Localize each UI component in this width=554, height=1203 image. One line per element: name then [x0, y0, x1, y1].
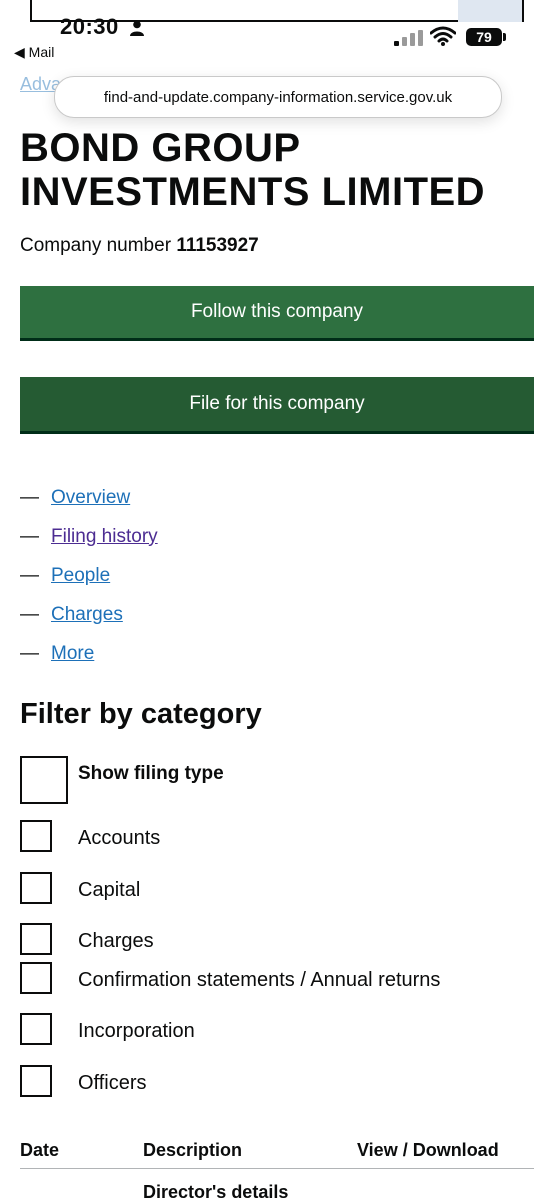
charges-label: Charges: [78, 930, 154, 952]
officers-label: Officers: [78, 1072, 147, 1094]
dash: —: [20, 642, 39, 664]
dash: —: [20, 486, 39, 508]
company-nav: — Overview — Filing history — People — Charg…: [20, 478, 158, 673]
status-time: 20:30: [60, 14, 119, 39]
nav-link-charges[interactable]: Charges: [51, 604, 123, 626]
table-header-date: Date: [20, 1140, 60, 1160]
back-label: Mail: [28, 44, 55, 60]
company-name: BOND GROUP INVESTMENTS LIMITED: [20, 126, 486, 214]
company-number: Company number 11153927: [20, 235, 259, 257]
table-header-view-download: View / Download: [357, 1140, 499, 1160]
capital-label: Capital: [78, 879, 141, 901]
nav-link-filing-history[interactable]: Filing history: [51, 526, 158, 548]
nav-item: — More: [20, 634, 158, 673]
search-button[interactable]: [458, 0, 522, 22]
nav-link-people[interactable]: People: [51, 565, 110, 587]
company-number-value: 11153927: [176, 235, 259, 256]
nav-item: — Overview: [20, 478, 158, 517]
filter-heading: Filter by category: [20, 698, 262, 730]
back-to-mail-link[interactable]: ◀ Mail: [14, 44, 54, 61]
show-filing-type-label: Show filing type: [78, 763, 224, 784]
file-for-company-button[interactable]: File for this company: [20, 377, 534, 431]
nav-item: — Filing history: [20, 517, 158, 556]
incorporation-label: Incorporation: [78, 1020, 195, 1042]
show-filing-type-checkbox[interactable]: [20, 756, 68, 804]
incorporation-checkbox[interactable]: [20, 1013, 52, 1045]
person-icon: [130, 20, 144, 36]
confirmation-statements-checkbox[interactable]: [20, 962, 52, 994]
charges-checkbox[interactable]: [20, 923, 52, 955]
signal-icon: [394, 30, 423, 46]
battery-indicator: 79: [466, 28, 502, 46]
dash: —: [20, 603, 39, 625]
dash: —: [20, 564, 39, 586]
officers-checkbox[interactable]: [20, 1065, 52, 1097]
table-header-description: Description: [143, 1140, 243, 1160]
capital-checkbox[interactable]: [20, 872, 52, 904]
nav-link-overview[interactable]: Overview: [51, 487, 130, 509]
nav-link-more[interactable]: More: [51, 643, 94, 665]
nav-item: — People: [20, 556, 158, 595]
follow-company-button[interactable]: Follow this company: [20, 286, 534, 338]
url-bar[interactable]: find-and-update.company-information.serv…: [54, 76, 502, 118]
wifi-icon: [430, 26, 456, 46]
company-number-label: Company number: [20, 235, 172, 256]
accounts-label: Accounts: [78, 827, 161, 849]
back-arrow-icon: ◀: [14, 44, 25, 60]
confirmation-statements-label: Confirmation statements / Annual returns: [78, 969, 441, 991]
dash: —: [20, 525, 39, 547]
nav-item: — Charges: [20, 595, 158, 634]
table-divider: [20, 1168, 534, 1169]
accounts-checkbox[interactable]: [20, 820, 52, 852]
battery-tip: [503, 33, 506, 41]
url-text: find-and-update.company-information.serv…: [103, 88, 453, 106]
